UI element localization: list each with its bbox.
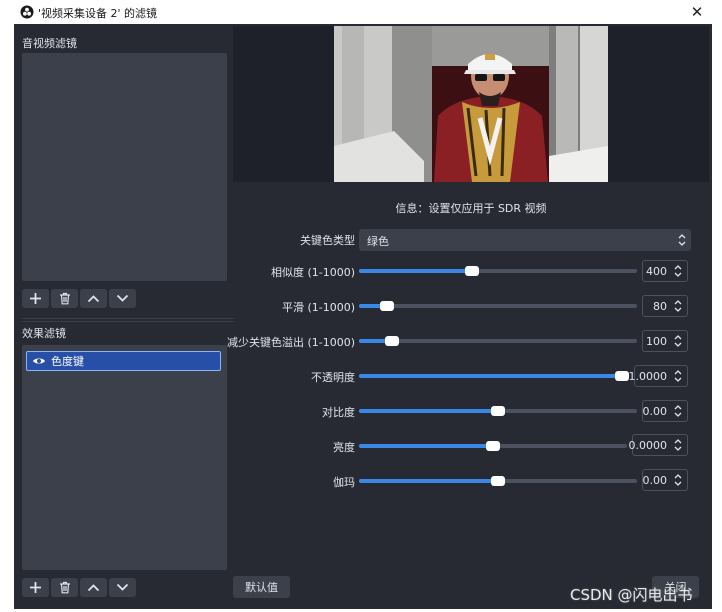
gamma-spinbox[interactable]: 0.00 — [642, 469, 688, 491]
contrast-value: 0.00 — [642, 405, 668, 418]
contrast-slider[interactable] — [359, 404, 637, 418]
updown-arrows-icon[interactable] — [672, 368, 684, 384]
audio-video-filter-list[interactable] — [22, 53, 227, 281]
slider-handle[interactable] — [615, 371, 629, 381]
smoothness-slider[interactable] — [359, 299, 637, 313]
title-bar: '视频采集设备 2' 的滤镜 ✕ — [0, 0, 722, 24]
contrast-spinbox[interactable]: 0.00 — [642, 400, 688, 422]
info-text: 信息：设置仅应用于 SDR 视频 — [395, 202, 547, 215]
chevron-up-icon — [87, 295, 100, 303]
similarity-label: 相似度 (1-1000) — [270, 266, 355, 279]
move-audio-filter-up-button[interactable] — [80, 289, 107, 308]
updown-arrows-icon[interactable] — [672, 437, 684, 453]
visibility-eye-icon[interactable] — [27, 356, 51, 366]
spill-reduction-label: 减少关键色溢出 (1-1000) — [226, 336, 355, 349]
slider-handle[interactable] — [385, 336, 399, 346]
trash-icon — [59, 581, 70, 594]
key-color-type-label: 关键色类型 — [300, 234, 355, 247]
brightness-spinbox[interactable]: 0.0000 — [628, 434, 688, 456]
slider-handle[interactable] — [491, 476, 505, 486]
brightness-label: 亮度 — [333, 441, 355, 454]
chevron-up-icon — [87, 584, 100, 592]
updown-arrows-icon[interactable] — [672, 403, 684, 419]
gamma-label: 伽玛 — [333, 476, 355, 489]
defaults-button[interactable]: 默认值 — [233, 576, 290, 598]
similarity-value: 400 — [646, 265, 667, 278]
audio-video-filters-heading: 音视频滤镜 — [22, 37, 77, 50]
camera-preview-image — [334, 26, 608, 182]
spill-reduction-spinbox[interactable]: 100 — [642, 330, 688, 352]
move-effect-filter-down-button[interactable] — [109, 578, 136, 597]
smoothness-label: 平滑 (1-1000) — [281, 301, 355, 314]
slider-handle[interactable] — [491, 406, 505, 416]
chevron-down-icon — [116, 583, 129, 591]
add-audio-filter-button[interactable] — [22, 289, 49, 308]
trash-icon — [59, 292, 70, 305]
slider-handle[interactable] — [465, 266, 479, 276]
contrast-label: 对比度 — [322, 406, 355, 419]
key-color-type-select[interactable]: 绿色 — [359, 229, 691, 251]
defaults-button-label: 默认值 — [245, 581, 278, 594]
effect-filter-item-chroma-key[interactable]: 色度键 — [26, 351, 221, 371]
smoothness-value: 80 — [653, 300, 667, 313]
window-title: '视频采集设备 2' 的滤镜 — [38, 7, 158, 20]
effect-filters-heading: 效果滤镜 — [22, 327, 66, 340]
remove-effect-filter-button[interactable] — [51, 578, 78, 597]
watermark: CSDN @闪电出书 — [570, 586, 693, 604]
section-divider — [22, 318, 234, 319]
chevron-down-icon — [116, 294, 129, 302]
similarity-slider[interactable] — [359, 264, 637, 278]
brightness-slider[interactable] — [359, 439, 627, 453]
move-audio-filter-down-button[interactable] — [109, 289, 136, 308]
opacity-value: 1.0000 — [628, 370, 668, 383]
slider-handle[interactable] — [380, 301, 394, 311]
move-effect-filter-up-button[interactable] — [80, 578, 107, 597]
remove-audio-filter-button[interactable] — [51, 289, 78, 308]
similarity-spinbox[interactable]: 400 — [642, 260, 688, 282]
spill-reduction-value: 100 — [646, 335, 667, 348]
updown-arrows-icon[interactable] — [672, 472, 684, 488]
updown-arrows-icon[interactable] — [672, 298, 684, 314]
section-divider — [22, 321, 234, 322]
plus-icon — [30, 293, 41, 304]
opacity-spinbox[interactable]: 1.0000 — [629, 365, 688, 387]
opacity-label: 不透明度 — [311, 371, 355, 384]
close-window-button[interactable]: ✕ — [688, 3, 706, 21]
brightness-value: 0.0000 — [628, 439, 668, 452]
effect-filter-list[interactable] — [22, 345, 227, 570]
updown-arrows-icon[interactable] — [672, 263, 684, 279]
slider-handle[interactable] — [486, 441, 500, 451]
updown-arrows-icon — [678, 234, 686, 246]
gamma-slider[interactable] — [359, 474, 637, 488]
smoothness-spinbox[interactable]: 80 — [642, 295, 688, 317]
gamma-value: 0.00 — [642, 474, 668, 487]
updown-arrows-icon[interactable] — [672, 333, 684, 349]
plus-icon — [30, 582, 41, 593]
filters-window: 音视频滤镜 效果滤镜 色度键 信息：设置仅应用于 SDR 视频 关键色类型 绿色… — [14, 24, 712, 609]
key-color-type-value: 绿色 — [367, 235, 389, 248]
obs-logo-icon — [20, 5, 34, 19]
add-effect-filter-button[interactable] — [22, 578, 49, 597]
effect-filter-label: 色度键 — [51, 355, 84, 368]
opacity-slider[interactable] — [359, 369, 629, 383]
close-icon: ✕ — [690, 3, 704, 21]
spill-reduction-slider[interactable] — [359, 334, 637, 348]
